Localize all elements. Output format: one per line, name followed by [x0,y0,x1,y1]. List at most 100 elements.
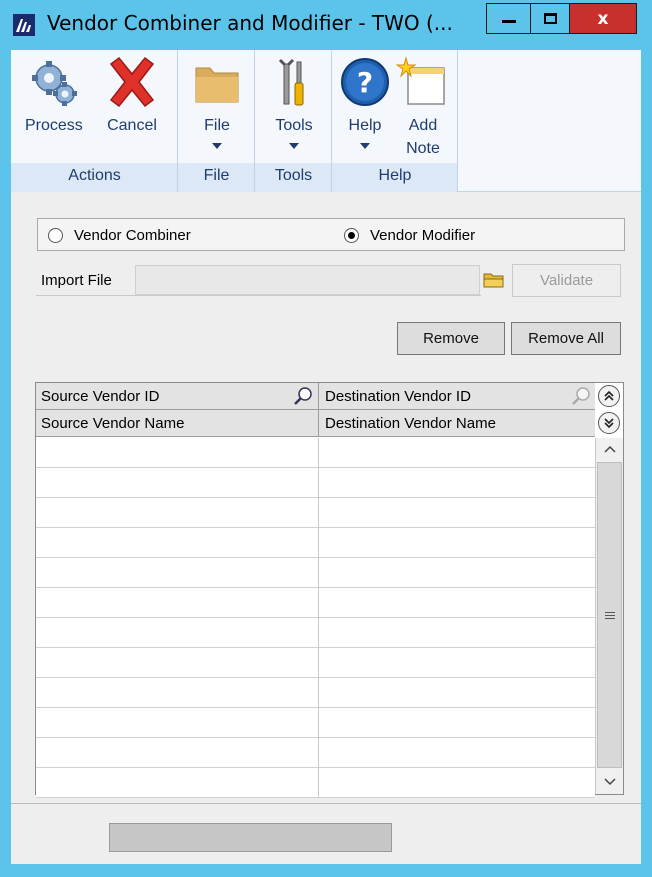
radio-circle-icon [48,228,63,243]
table-row[interactable] [36,618,595,648]
magnifier-icon [294,387,312,405]
cancel-label: Cancel [107,117,157,134]
column-separator [318,468,319,498]
vendor-grid: Source Vendor ID Destination Vendor ID S… [35,382,624,798]
app-window: Vendor Combiner and Modifier - TWO (... … [0,0,652,877]
column-separator [318,558,319,588]
table-row[interactable] [36,498,595,528]
destination-lookup-button[interactable] [569,384,593,408]
expand-rows-button[interactable] [598,412,620,434]
title-bar[interactable]: Vendor Combiner and Modifier - TWO (... … [0,0,652,50]
help-menu-button[interactable]: ? Help [338,56,392,149]
group-label-file: File [203,167,230,184]
vendor-modifier-radio[interactable]: Vendor Modifier [344,227,475,244]
import-file-input[interactable] [135,265,480,295]
column-separator [318,528,319,558]
scroll-down-button[interactable] [596,771,623,793]
dropdown-arrow-icon [212,143,222,149]
remove-all-button[interactable]: Remove All [511,322,621,355]
ribbon: Process Cancel Actions File File Tools T… [11,50,641,192]
column-separator [318,648,319,678]
minimize-button[interactable] [486,3,531,34]
scroll-thumb[interactable] [597,462,622,768]
add-note-button[interactable]: Add Note [395,56,450,160]
add-note-label: Add Note [406,117,440,157]
add-note-icon [395,56,450,112]
grid-vertical-scrollbar[interactable] [595,438,623,794]
table-row[interactable] [36,558,595,588]
close-button[interactable]: x [570,3,637,34]
column-separator [318,383,319,410]
table-row[interactable] [36,648,595,678]
column-separator [318,438,319,468]
minimize-icon [501,20,516,23]
column-separator [318,618,319,648]
cancel-button[interactable]: Cancel [105,56,159,137]
help-label: Help [348,117,382,134]
table-row[interactable] [36,738,595,768]
folder-icon [483,273,504,288]
import-file-label: Import File [41,272,112,289]
vendor-modifier-label: Vendor Modifier [370,227,476,244]
ribbon-group-help: ? Help Add Note Help [332,50,458,192]
ribbon-group-tools: Tools Tools [255,50,332,192]
window-title: Vendor Combiner and Modifier - TWO (... [47,11,453,35]
app-logo-icon [13,14,35,36]
column-separator [318,678,319,708]
column-separator [318,498,319,528]
dropdown-arrow-icon [360,143,370,149]
source-lookup-button[interactable] [291,384,315,408]
vendor-combiner-radio[interactable]: Vendor Combiner [48,227,191,244]
close-icon: x [597,8,609,29]
validate-button[interactable]: Validate [512,264,621,297]
grip-icon [604,610,615,621]
folder-icon [190,56,244,112]
table-row[interactable] [36,468,595,498]
process-button[interactable]: Process [25,56,83,137]
browse-folder-button[interactable] [481,267,507,293]
import-file-underline [36,295,481,296]
table-row[interactable] [36,768,595,798]
form-content: Vendor Combiner Vendor Modifier Import F… [11,192,641,864]
scroll-up-button[interactable] [596,438,623,460]
table-row[interactable] [36,438,595,468]
vendor-combiner-label: Vendor Combiner [74,227,191,244]
tools-icon [267,56,321,112]
client-area: Process Cancel Actions File File Tools T… [11,50,641,864]
help-icon: ? [338,56,392,112]
double-chevron-down-icon [604,418,614,429]
double-chevron-up-icon [604,390,614,401]
table-row[interactable] [36,678,595,708]
tools-menu-button[interactable]: Tools [267,56,321,149]
maximize-icon [543,13,557,24]
header-destination-vendor-name[interactable]: Destination Vendor Name [325,415,496,432]
column-separator [318,708,319,738]
process-label: Process [25,117,83,134]
footer-divider [11,803,641,804]
remove-button[interactable]: Remove [397,322,505,355]
group-label-actions: Actions [68,167,121,184]
status-progress-bar [109,823,392,852]
column-separator [318,768,319,798]
column-separator [318,738,319,768]
header-source-vendor-name[interactable]: Source Vendor Name [41,415,184,432]
file-menu-button[interactable]: File [190,56,244,149]
chevron-up-icon [603,445,616,453]
maximize-button[interactable] [531,3,570,34]
collapse-rows-button[interactable] [598,385,620,407]
grid-header-row-1: Source Vendor ID Destination Vendor ID [36,383,595,410]
table-row[interactable] [36,588,595,618]
gears-icon [27,56,81,112]
table-row[interactable] [36,708,595,738]
header-source-vendor-id[interactable]: Source Vendor ID [41,388,159,405]
chevron-down-icon [603,778,616,786]
tools-label: Tools [275,117,313,134]
group-label-help: Help [378,167,412,184]
mode-radio-group: Vendor Combiner Vendor Modifier [37,218,625,251]
ribbon-group-actions: Process Cancel Actions [11,50,178,192]
magnifier-icon [572,387,590,405]
column-separator [318,588,319,618]
header-destination-vendor-id[interactable]: Destination Vendor ID [325,388,471,405]
group-label-tools: Tools [274,167,313,184]
table-row[interactable] [36,528,595,558]
